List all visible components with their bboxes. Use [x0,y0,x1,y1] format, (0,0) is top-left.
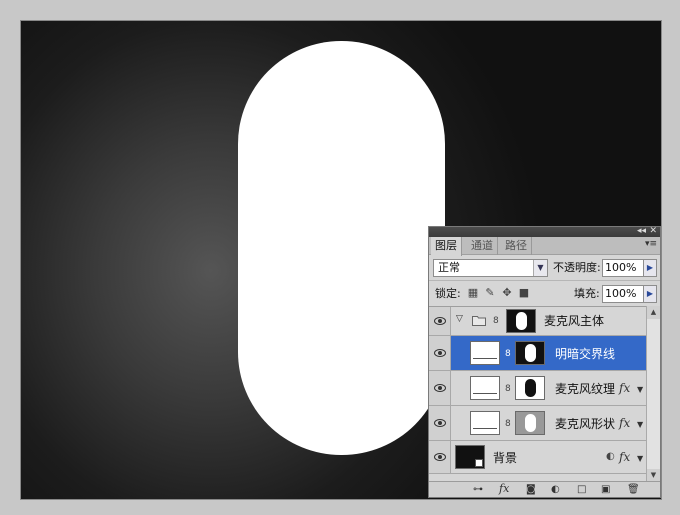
eye-icon[interactable] [434,417,446,429]
adjustment-layer-icon[interactable]: ◐ [551,483,560,496]
blend-row: 正常 ▼ 不透明度: 100% ▶ [429,255,660,281]
scroll-up-icon[interactable]: ▲ [647,306,660,319]
lock-transparency-icon[interactable]: ▦ [467,287,479,299]
eye-icon[interactable] [434,347,446,359]
fill-slider-button[interactable]: ▶ [643,285,657,303]
layer-name: 背景 [493,451,518,465]
layer-mask-thumbnail[interactable] [506,309,536,333]
visibility-cell [429,371,451,405]
layer-row-background[interactable]: 背景 ◐ fx ▼ [429,441,646,474]
tab-layers[interactable]: 图层 [431,237,462,256]
trash-icon[interactable]: 🗑 [627,483,640,496]
blend-mode-value: 正常 [438,261,460,274]
eye-icon[interactable] [434,382,446,394]
layer-thumbnail[interactable] [470,411,500,435]
layer-effects-icon[interactable]: fx [619,381,630,395]
microphone-capsule-shape [238,41,445,455]
chevron-down-icon: ▼ [533,260,547,276]
layer-name: 麦克风纹理 [555,382,616,396]
layer-row[interactable]: 8 麦克风纹理 fx ▼ [429,371,646,406]
panel-titlebar: ◂◂ ✕ [429,226,660,237]
chevron-down-icon[interactable]: ▼ [637,454,643,463]
eye-icon[interactable] [434,315,446,327]
layer-thumbnail[interactable] [455,445,485,469]
fill-input[interactable]: 100% [602,285,644,303]
chain-link-icon[interactable]: 8 [493,316,499,326]
lock-row: 锁定: ▦ ✎ ✥ ■ 填充: 100% ▶ [429,281,660,307]
layer-row[interactable]: 8 麦克风形状 fx ▼ [429,406,646,441]
visibility-cell [429,441,451,473]
link-layers-icon[interactable]: ⊶ [473,483,483,496]
adjustment-icon[interactable]: ◐ [606,451,615,462]
new-group-icon[interactable]: □ [577,483,586,496]
add-style-icon[interactable]: fx [499,482,509,495]
layer-name: 麦克风形状 [555,417,616,431]
layers-bottom-toolbar: ⊶ fx ◙ ◐ □ ▣ 🗑 [429,481,660,497]
layers-panel: ◂◂ ✕ 图层 通道 路径 ▾≡ 正常 ▼ 不透明度: 100% ▶ 锁定: ▦… [428,226,661,498]
chain-link-icon[interactable]: 8 [505,349,511,359]
visibility-cell [429,307,451,335]
lock-position-icon[interactable]: ✥ [501,287,513,299]
visibility-cell [429,336,451,370]
expand-triangle-icon[interactable]: ▽ [456,314,463,324]
lock-label: 锁定: [435,287,461,300]
layer-effects-icon[interactable]: fx [619,416,630,430]
panel-menu-icon[interactable]: ▾≡ [645,239,657,249]
opacity-slider-button[interactable]: ▶ [643,259,657,277]
fill-label: 填充: [574,287,600,300]
tab-channels[interactable]: 通道 [467,237,498,255]
chevron-down-icon[interactable]: ▼ [637,420,643,429]
layer-effects-icon[interactable]: fx [619,450,630,464]
tab-paths[interactable]: 路径 [501,237,532,255]
new-layer-icon[interactable]: ▣ [601,483,610,496]
layers-list: ▽ 8 麦克风主体 8 明暗交界线 8 麦克风纹理 fx ▼ 8 麦克风形状 f… [429,307,660,483]
add-mask-icon[interactable]: ◙ [526,483,536,496]
chain-link-icon[interactable]: 8 [505,384,511,394]
layer-mask-thumbnail[interactable] [515,411,545,435]
eye-icon[interactable] [434,451,446,463]
layers-scrollbar[interactable]: ▲ ▼ [646,306,660,482]
opacity-label: 不透明度: [553,261,601,274]
layer-group-row[interactable]: ▽ 8 麦克风主体 [429,307,646,336]
layer-thumbnail[interactable] [470,341,500,365]
lock-all-icon[interactable]: ■ [518,287,530,299]
panel-tabs: 图层 通道 路径 ▾≡ [429,237,660,256]
lock-pixels-icon[interactable]: ✎ [484,287,496,299]
close-icon[interactable]: ✕ [649,226,657,237]
layer-name: 明暗交界线 [555,347,616,361]
chevron-down-icon[interactable]: ▼ [637,385,643,394]
folder-icon [472,316,486,326]
layer-mask-thumbnail[interactable] [515,376,545,400]
layer-name: 麦克风主体 [544,314,605,328]
blend-mode-select[interactable]: 正常 ▼ [433,259,548,277]
visibility-cell [429,406,451,440]
collapse-icon[interactable]: ◂◂ [637,226,646,237]
layer-mask-thumbnail[interactable] [515,341,545,365]
chain-link-icon[interactable]: 8 [505,419,511,429]
opacity-input[interactable]: 100% [602,259,644,277]
layer-row-selected[interactable]: 8 明暗交界线 [429,336,646,371]
layer-thumbnail[interactable] [470,376,500,400]
